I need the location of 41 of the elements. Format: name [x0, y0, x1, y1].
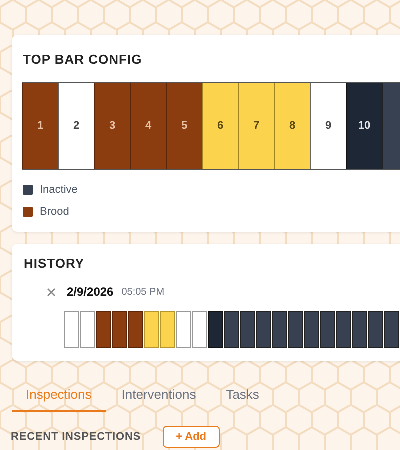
history-bar: [112, 311, 127, 348]
history-bar: [272, 311, 287, 348]
top-bar[interactable]: 7: [238, 83, 274, 169]
history-bar: [320, 311, 335, 348]
history-bar: [352, 311, 367, 348]
history-bar: [208, 311, 223, 348]
history-bar: [368, 311, 383, 348]
top-bar[interactable]: 5: [166, 83, 202, 169]
top-bar[interactable]: 1: [22, 83, 58, 169]
history-bar: [160, 311, 175, 348]
entry-time: 05:05 PM: [122, 286, 165, 298]
history-bar: [80, 311, 95, 348]
history-bar: [336, 311, 351, 348]
history-bar: [192, 311, 207, 348]
history-bar: [128, 311, 143, 348]
card-title: HISTORY: [24, 256, 86, 271]
legend-label: Inactive: [40, 184, 78, 196]
history-bar: [288, 311, 303, 348]
add-button[interactable]: + Add: [163, 426, 220, 448]
history-bar: [304, 311, 319, 348]
history-bar: [96, 311, 111, 348]
entry-date: 2/9/2026: [67, 285, 114, 299]
card-title: TOP BAR CONFIG: [23, 52, 144, 67]
history-bar: [176, 311, 191, 348]
top-bar[interactable]: 4: [130, 83, 166, 169]
history-bar: [240, 311, 255, 348]
tab[interactable]: Interventions: [108, 383, 210, 412]
section-title: RECENT INSPECTIONS: [11, 431, 142, 443]
top-bar[interactable]: 8: [274, 83, 310, 169]
tab[interactable]: Tasks: [212, 383, 274, 412]
history-bar: [384, 311, 399, 348]
top-bar[interactable]: 3: [94, 83, 130, 169]
legend-label: Brood: [40, 206, 70, 218]
history-bar: [224, 311, 239, 348]
history-bar: [144, 311, 159, 348]
close-icon[interactable]: [47, 288, 56, 296]
top-bar[interactable]: 6: [202, 83, 238, 169]
history-bar: [64, 311, 79, 348]
tab[interactable]: Inspections: [12, 383, 106, 412]
history-bar: [256, 311, 271, 348]
top-bar[interactable]: 10: [346, 83, 382, 169]
